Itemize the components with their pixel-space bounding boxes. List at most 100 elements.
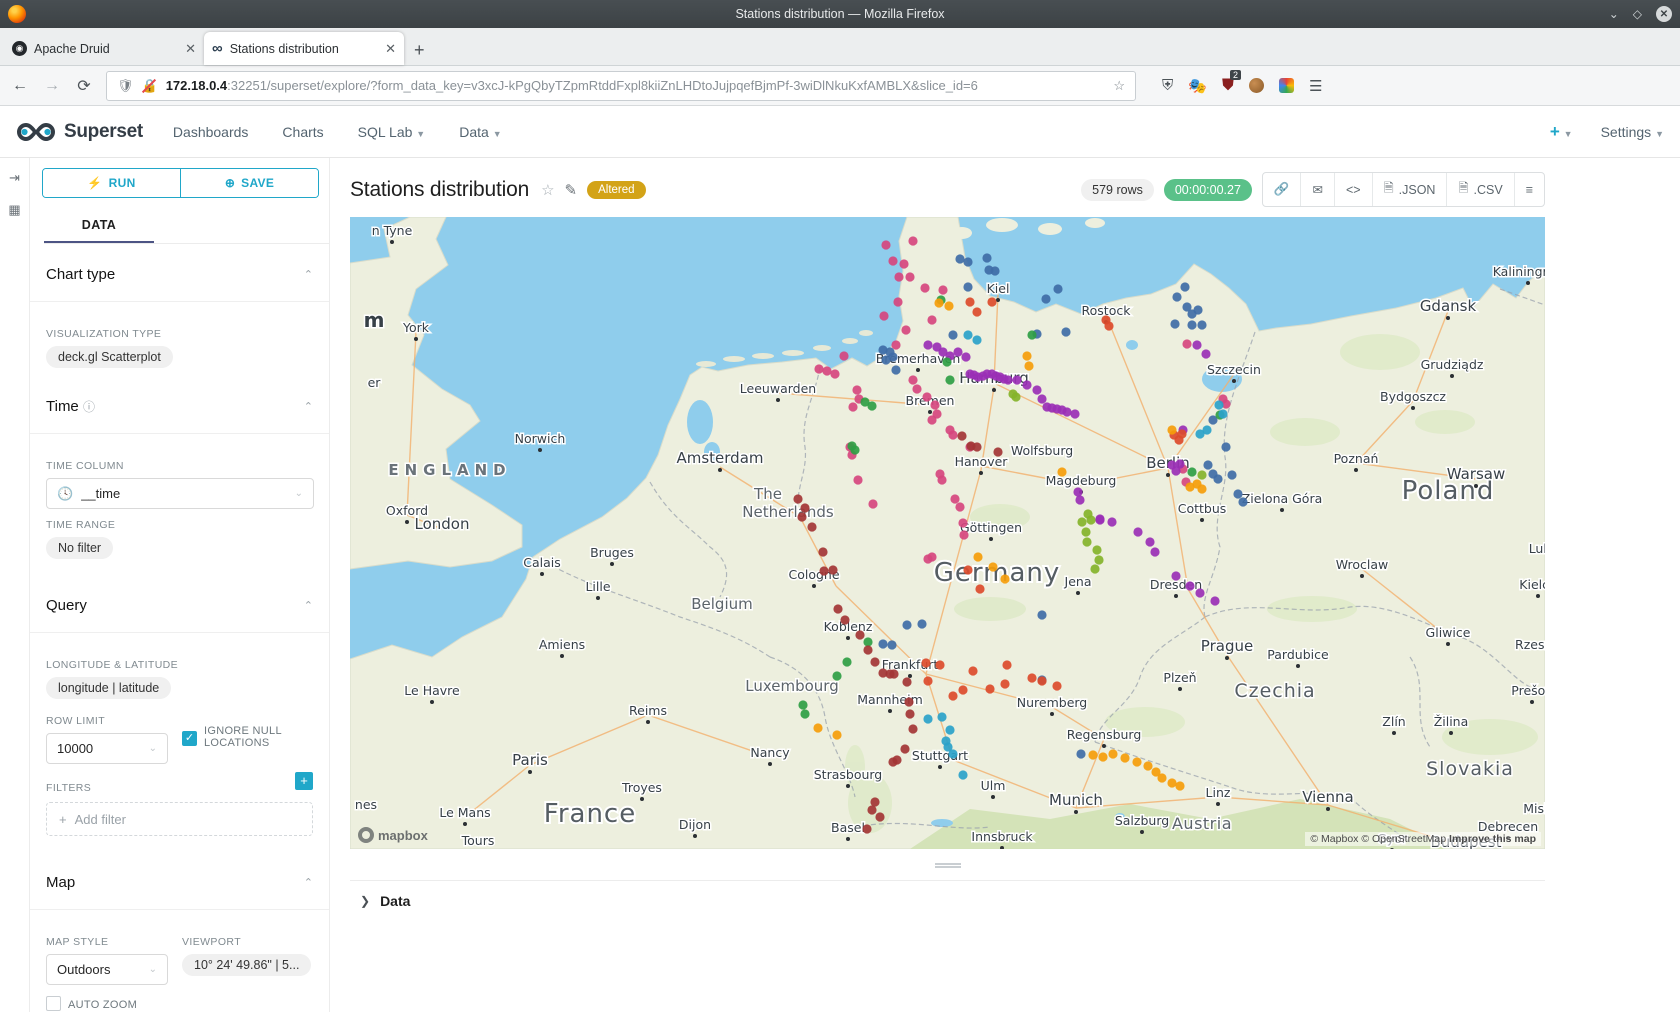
bookmark-star-icon[interactable]: ☆ [1113, 78, 1125, 94]
scatter-point-maroon[interactable] [888, 757, 897, 766]
scatter-point-orange[interactable] [973, 552, 982, 561]
scatter-point-cyan[interactable] [1218, 409, 1227, 418]
scatter-point-pink[interactable] [937, 475, 946, 484]
scatter-point-blue[interactable] [1227, 470, 1236, 479]
scatter-point-pink[interactable] [950, 494, 959, 503]
lonlat-value[interactable]: longitude | latitude [46, 677, 171, 699]
nav-data[interactable]: Data ▼ [459, 124, 501, 140]
viewport-value[interactable]: 10° 24' 49.86" | 5... [182, 954, 311, 976]
scatter-point-blue[interactable] [878, 639, 887, 648]
scatter-point-green[interactable] [942, 357, 951, 366]
scatter-point-blue[interactable] [1041, 294, 1050, 303]
scatter-point-maroon[interactable] [855, 630, 864, 639]
scatter-point-maroon[interactable] [900, 744, 909, 753]
scatter-point-green[interactable] [867, 401, 876, 410]
scatter-point-purple[interactable] [1070, 409, 1079, 418]
scatter-point-cyan[interactable] [945, 725, 954, 734]
scatter-point-blue[interactable] [955, 254, 964, 263]
scatter-point-blue[interactable] [1076, 749, 1085, 758]
scatter-point-cyan[interactable] [963, 330, 972, 339]
scatter-point-orange[interactable] [1132, 757, 1141, 766]
scatter-point-green[interactable] [842, 657, 851, 666]
scatter-point-purple[interactable] [1012, 375, 1021, 384]
copy-link-button[interactable]: 🔗 [1263, 173, 1302, 206]
scatter-point-blue[interactable] [902, 620, 911, 629]
scatter-point-pink[interactable] [893, 297, 902, 306]
scatter-point-maroon[interactable] [840, 615, 849, 624]
scatter-point-blue[interactable] [1037, 610, 1046, 619]
scatter-point-orange[interactable] [1167, 778, 1176, 787]
scatter-point-redorange[interactable] [958, 685, 967, 694]
shield-icon[interactable]: 🛡 [117, 78, 134, 94]
scatter-point-orange[interactable] [1185, 482, 1194, 491]
scatter-point-pink[interactable] [894, 272, 903, 281]
scatter-point-pink[interactable] [852, 385, 861, 394]
scatter-point-pink[interactable] [853, 475, 862, 484]
scatter-point-lime[interactable] [1094, 555, 1103, 564]
scatter-point-pink[interactable] [912, 384, 921, 393]
scatter-point-blue[interactable] [1187, 320, 1196, 329]
menu-icon[interactable]: ☰ [1309, 77, 1322, 95]
section-time[interactable]: Time ⓘ⌃ [46, 398, 313, 429]
scatter-point-redorange[interactable] [935, 660, 944, 669]
export-json-button[interactable]: 🗎.JSON [1373, 173, 1448, 206]
scatter-point-maroon[interactable] [904, 697, 913, 706]
scatter-point-orange[interactable] [1098, 752, 1107, 761]
scatter-point-blue[interactable] [948, 330, 957, 339]
scatter-point-purple[interactable] [1192, 340, 1201, 349]
scatter-point-purple[interactable] [1075, 495, 1084, 504]
scatter-point-blue[interactable] [963, 282, 972, 291]
tab-close-icon[interactable]: ✕ [185, 41, 196, 57]
scatter-point-pink[interactable] [908, 236, 917, 245]
scatter-point-pink[interactable] [868, 499, 877, 508]
save-button[interactable]: ⊕SAVE [181, 169, 318, 197]
scatter-point-blue[interactable] [1193, 305, 1202, 314]
scatter-point-redorange[interactable] [987, 297, 996, 306]
auto-zoom-checkbox[interactable] [46, 996, 61, 1011]
row-limit-select[interactable]: 10000 ⌄ [46, 733, 168, 764]
scatter-point-blue[interactable] [1221, 442, 1230, 451]
scatter-point-pink[interactable] [848, 402, 857, 411]
mask-extension-icon[interactable]: 🎭 [1188, 77, 1207, 95]
dataset-grid-icon[interactable]: ▦ [8, 202, 20, 218]
scatter-point-maroon[interactable] [833, 604, 842, 613]
viz-type-value[interactable]: deck.gl Scatterplot [46, 346, 173, 368]
scatter-point-purple[interactable] [1032, 385, 1041, 394]
scatter-point-blue[interactable] [1170, 319, 1179, 328]
nav-charts[interactable]: Charts [282, 124, 323, 140]
scatter-point-blue[interactable] [963, 257, 972, 266]
scatter-point-blue[interactable] [1233, 489, 1242, 498]
expand-caret-icon[interactable]: ❯ [360, 894, 370, 908]
new-tab-button[interactable]: + [414, 40, 425, 65]
deckgl-scatter-map[interactable]: n TyneYorkmerNorwichENGLANDOxfordLondonC… [350, 217, 1545, 849]
scatter-point-pink[interactable] [901, 325, 910, 334]
scatter-point-orange[interactable] [1108, 749, 1117, 758]
scatter-point-purple[interactable] [1003, 375, 1012, 384]
scatter-point-redorange[interactable] [985, 684, 994, 693]
scatter-point-pink[interactable] [930, 400, 939, 409]
scatter-point-pink[interactable] [908, 375, 917, 384]
scatter-point-maroon[interactable] [863, 645, 872, 654]
scatter-point-blue[interactable] [1203, 460, 1212, 469]
scatter-point-pink[interactable] [891, 340, 900, 349]
scatter-point-orange[interactable] [1143, 761, 1152, 770]
scatter-point-purple[interactable] [1022, 380, 1031, 389]
reload-button[interactable]: ⟳ [74, 76, 94, 96]
scatter-point-pink[interactable] [830, 369, 839, 378]
ignore-null-checkbox[interactable]: ✓ [182, 731, 197, 746]
insecure-lock-icon[interactable]: 🔒 [142, 78, 158, 94]
scatter-point-redorange[interactable] [1002, 660, 1011, 669]
window-minimize-icon[interactable]: ⌄ [1609, 7, 1619, 21]
scatter-point-orange[interactable] [1024, 361, 1033, 370]
scatter-point-maroon[interactable] [818, 547, 827, 556]
scatter-point-orange[interactable] [944, 301, 953, 310]
scatter-point-pink[interactable] [927, 315, 936, 324]
collapse-panel-icon[interactable]: ⇥ [9, 170, 20, 186]
superset-logo[interactable]: Superset [16, 121, 143, 143]
window-close-icon[interactable]: ✕ [1656, 6, 1672, 22]
tab-apache-druid[interactable]: ◉ Apache Druid ✕ [4, 32, 204, 65]
scatter-point-orange[interactable] [1197, 484, 1206, 493]
scatter-point-orange[interactable] [832, 730, 841, 739]
scatter-point-purple[interactable] [1195, 588, 1204, 597]
scatter-point-purple[interactable] [953, 347, 962, 356]
